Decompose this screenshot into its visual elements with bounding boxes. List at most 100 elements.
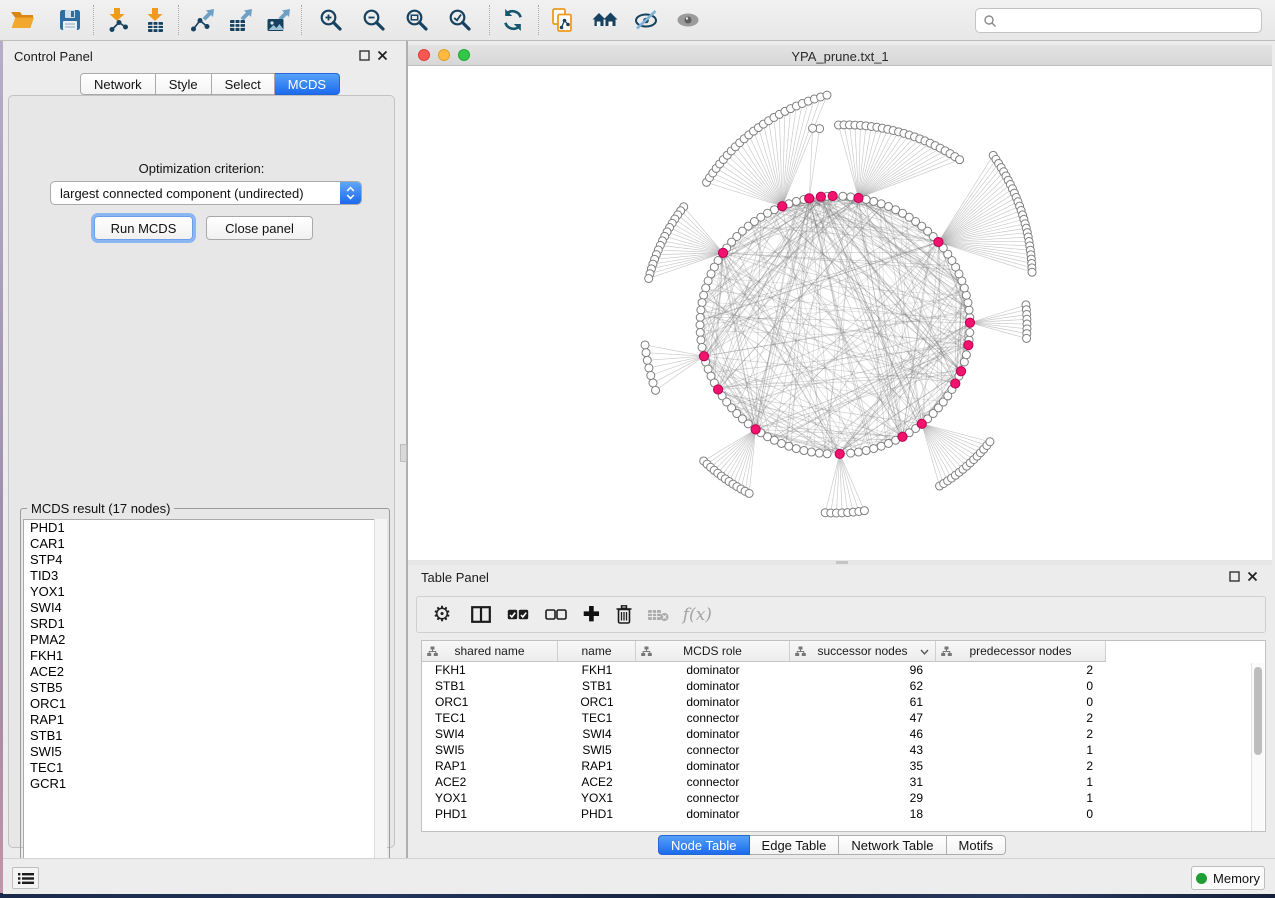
run-mcds-button[interactable]: Run MCDS xyxy=(94,216,193,240)
mcds-result-list[interactable]: PHD1CAR1STP4TID3YOX1SWI4SRD1PMA2FKH1ACE2… xyxy=(23,519,387,877)
splitter-handle[interactable] xyxy=(836,561,848,564)
open-session-button[interactable] xyxy=(5,4,39,36)
mcds-result-item[interactable]: STB1 xyxy=(24,728,386,744)
maximize-window-light[interactable] xyxy=(458,49,470,61)
show-panels-button[interactable] xyxy=(12,867,39,889)
table-cell[interactable]: RAP1 xyxy=(422,758,558,774)
table-cell[interactable]: 31 xyxy=(790,774,936,790)
table-cell[interactable]: 46 xyxy=(790,726,936,742)
table-cell[interactable]: 1 xyxy=(936,790,1106,806)
table-cell[interactable]: STB1 xyxy=(422,678,558,694)
table-cell[interactable]: 0 xyxy=(936,694,1106,710)
tab-edge-table[interactable]: Edge Table xyxy=(750,835,840,855)
table-cell[interactable]: connector xyxy=(636,710,790,726)
column-header-shared-name[interactable]: shared name xyxy=(422,641,558,662)
table-cell[interactable]: 2 xyxy=(936,726,1106,742)
table-cell[interactable]: PHD1 xyxy=(422,806,558,822)
table-cell[interactable]: FKH1 xyxy=(422,662,558,678)
mcds-result-item[interactable]: PHD1 xyxy=(24,520,386,536)
float-panel-icon[interactable] xyxy=(1229,571,1240,582)
mcds-result-item[interactable]: SWI5 xyxy=(24,744,386,760)
duplicate-network-button[interactable] xyxy=(545,4,579,36)
table-scrollbar[interactable] xyxy=(1251,663,1264,831)
mcds-result-item[interactable]: RAP1 xyxy=(24,712,386,728)
table-cell[interactable]: 47 xyxy=(790,710,936,726)
tab-network[interactable]: Network xyxy=(80,73,156,95)
table-row[interactable]: RAP1RAP1dominator352 xyxy=(422,758,1265,774)
close-window-light[interactable] xyxy=(418,49,430,61)
table-cell[interactable]: 96 xyxy=(790,662,936,678)
import-table-button[interactable] xyxy=(138,4,172,36)
table-cell[interactable]: 0 xyxy=(936,806,1106,822)
table-row[interactable]: YOX1YOX1connector291 xyxy=(422,790,1265,806)
table-cell[interactable]: dominator xyxy=(636,806,790,822)
table-cell[interactable]: PHD1 xyxy=(558,806,636,822)
tab-mcds[interactable]: MCDS xyxy=(275,73,340,95)
splitter-handle[interactable] xyxy=(400,444,407,462)
zoom-in-button[interactable] xyxy=(314,4,348,36)
save-session-button[interactable] xyxy=(53,4,87,36)
show-columns-button[interactable] xyxy=(471,600,491,630)
mcds-result-item[interactable]: STB5 xyxy=(24,680,386,696)
mcds-result-item[interactable]: ORC1 xyxy=(24,696,386,712)
table-cell[interactable]: 18 xyxy=(790,806,936,822)
mcds-result-item[interactable]: ACE2 xyxy=(24,664,386,680)
close-panel-icon[interactable] xyxy=(377,50,388,61)
table-cell[interactable]: 62 xyxy=(790,678,936,694)
mcds-result-scrollbar[interactable] xyxy=(374,519,387,877)
table-cell[interactable]: 2 xyxy=(936,662,1106,678)
export-network-button[interactable] xyxy=(185,4,219,36)
tab-motifs[interactable]: Motifs xyxy=(947,835,1007,855)
vertical-splitter[interactable] xyxy=(399,41,408,858)
mcds-result-item[interactable]: SRD1 xyxy=(24,616,386,632)
export-image-button[interactable] xyxy=(261,4,295,36)
zoom-out-button[interactable] xyxy=(357,4,391,36)
table-cell[interactable]: ACE2 xyxy=(422,774,558,790)
table-cell[interactable]: ORC1 xyxy=(558,694,636,710)
float-panel-icon[interactable] xyxy=(359,50,370,61)
mcds-result-item[interactable]: GCR1 xyxy=(24,776,386,792)
zoom-fit-button[interactable] xyxy=(400,4,434,36)
scrollbar-thumb[interactable] xyxy=(1254,667,1262,755)
table-row[interactable]: SWI5SWI5connector431 xyxy=(422,742,1265,758)
table-cell[interactable]: 1 xyxy=(936,742,1106,758)
table-cell[interactable]: 61 xyxy=(790,694,936,710)
close-panel-button[interactable]: Close panel xyxy=(206,216,313,240)
table-cell[interactable]: STB1 xyxy=(558,678,636,694)
table-cell[interactable]: connector xyxy=(636,774,790,790)
hide-selected-button[interactable] xyxy=(629,4,663,36)
table-cell[interactable]: connector xyxy=(636,790,790,806)
tab-select[interactable]: Select xyxy=(212,73,275,95)
show-all-button[interactable] xyxy=(671,4,705,36)
table-row[interactable]: STB1STB1dominator620 xyxy=(422,678,1265,694)
add-column-button[interactable]: ✚ xyxy=(583,600,600,630)
node-table-body[interactable]: FKH1FKH1dominator962STB1STB1dominator620… xyxy=(422,662,1265,831)
table-cell[interactable]: SWI5 xyxy=(422,742,558,758)
refresh-layout-button[interactable] xyxy=(496,4,530,36)
network-canvas[interactable] xyxy=(408,66,1272,560)
table-cell[interactable]: dominator xyxy=(636,662,790,678)
mcds-result-item[interactable]: STP4 xyxy=(24,552,386,568)
first-neighbors-button[interactable] xyxy=(588,4,622,36)
table-row[interactable]: ORC1ORC1dominator610 xyxy=(422,694,1265,710)
tab-style[interactable]: Style xyxy=(156,73,212,95)
column-header-predecessor-nodes[interactable]: predecessor nodes xyxy=(936,641,1106,662)
table-row[interactable]: TEC1TEC1connector472 xyxy=(422,710,1265,726)
table-row[interactable]: FKH1FKH1dominator962 xyxy=(422,662,1265,678)
table-row[interactable]: SWI4SWI4dominator462 xyxy=(422,726,1265,742)
network-titlebar[interactable]: YPA_prune.txt_1 xyxy=(408,45,1272,66)
mcds-result-item[interactable]: SWI4 xyxy=(24,600,386,616)
table-row[interactable]: ACE2ACE2connector311 xyxy=(422,774,1265,790)
table-cell[interactable]: FKH1 xyxy=(558,662,636,678)
table-cell[interactable]: dominator xyxy=(636,758,790,774)
import-network-button[interactable] xyxy=(100,4,134,36)
table-cell[interactable]: 2 xyxy=(936,758,1106,774)
mcds-result-item[interactable]: FKH1 xyxy=(24,648,386,664)
table-cell[interactable]: RAP1 xyxy=(558,758,636,774)
mcds-result-item[interactable]: PMA2 xyxy=(24,632,386,648)
table-cell[interactable]: 1 xyxy=(936,774,1106,790)
column-header-name[interactable]: name xyxy=(558,641,636,662)
close-panel-icon[interactable] xyxy=(1247,571,1258,582)
table-cell[interactable]: SWI4 xyxy=(558,726,636,742)
table-cell[interactable]: SWI5 xyxy=(558,742,636,758)
